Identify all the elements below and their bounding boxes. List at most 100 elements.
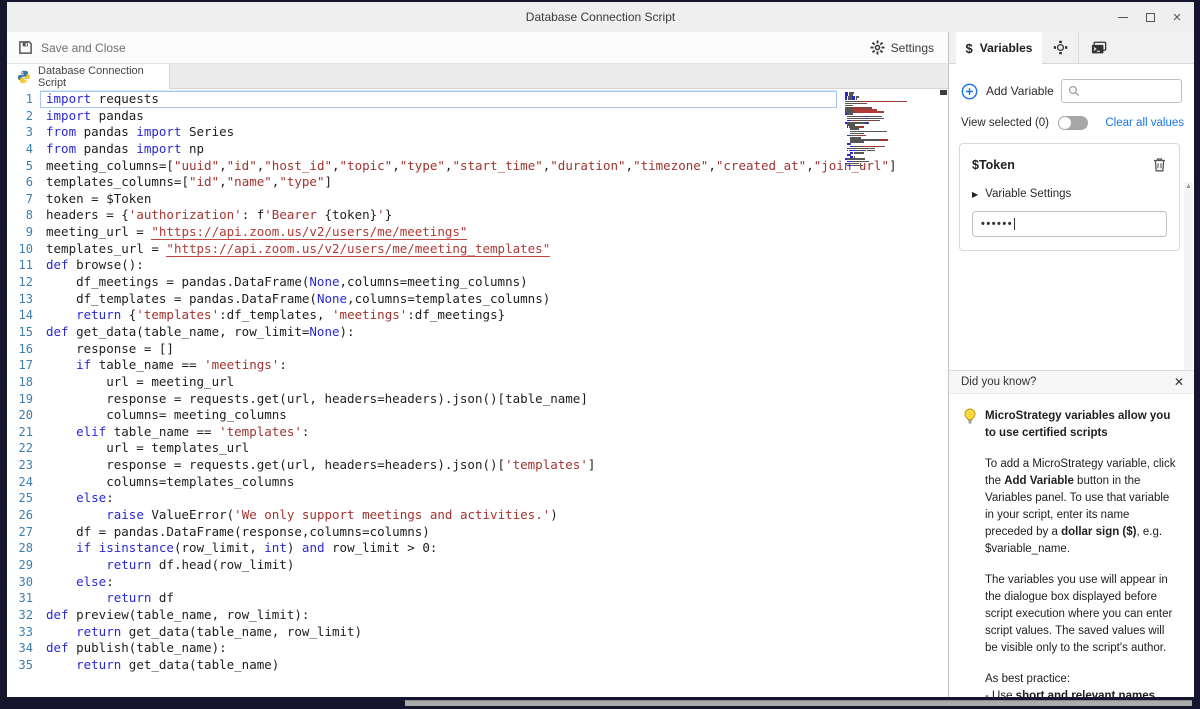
minimap[interactable] <box>845 92 907 192</box>
code-line[interactable]: 3 from pandas import Series <box>7 124 938 141</box>
app-window: { "window": { "title": "Database Connect… <box>0 0 1200 709</box>
line-number: 33 <box>18 624 33 639</box>
tip-header: MicroStrategy variables allow you to use… <box>963 408 1180 442</box>
variable-settings-expander[interactable]: ▶ Variable Settings <box>972 188 1167 200</box>
code-line[interactable]: 33 return get_data(table_name, row_limit… <box>7 624 938 641</box>
tab-variables[interactable]: $ Variables <box>956 32 1042 64</box>
code-line[interactable]: 18 url = meeting_url <box>7 374 938 391</box>
line-number: 9 <box>25 225 33 240</box>
window-bottom-border <box>0 697 1200 709</box>
code-line[interactable]: 32 def preview(table_name, row_limit): <box>7 607 938 624</box>
line-number: 31 <box>18 591 33 606</box>
maximize-icon <box>1145 12 1155 22</box>
tab-console[interactable] <box>1080 32 1117 63</box>
close-button[interactable]: × <box>1168 8 1186 26</box>
scroll-up-icon[interactable]: ▲ <box>1184 182 1193 192</box>
line-number: 20 <box>18 408 33 423</box>
line-number: 7 <box>25 191 33 206</box>
line-number: 25 <box>18 491 33 506</box>
code-line[interactable]: 16 response = [] <box>7 341 938 358</box>
code-line[interactable]: 22 url = templates_url <box>7 440 938 457</box>
code-line[interactable]: 24 columns=templates_columns <box>7 474 938 491</box>
line-number: 4 <box>25 141 33 156</box>
code-line[interactable]: 25 else: <box>7 490 938 507</box>
title-bar[interactable]: Database Connection Script × <box>7 2 1194 32</box>
line-number: 2 <box>25 108 33 123</box>
code-line[interactable]: 7 token = $Token <box>7 191 938 208</box>
clear-all-values-link[interactable]: Clear all values <box>1105 117 1184 129</box>
editor-vertical-scrollbar[interactable] <box>940 90 947 694</box>
save-and-close-button[interactable]: Save and Close <box>18 40 126 55</box>
view-selected-label: View selected (0) <box>961 117 1049 129</box>
code-line[interactable]: 29 return df.head(row_limit) <box>7 557 938 574</box>
code-line[interactable]: 17 if table_name == 'meetings': <box>7 357 938 374</box>
view-selected-toggle[interactable] <box>1058 116 1088 130</box>
code-line[interactable]: 6 templates_columns=["id","name","type"] <box>7 174 938 191</box>
search-input[interactable] <box>1080 85 1181 97</box>
did-you-know-title: Did you know? <box>961 376 1037 388</box>
dollar-icon: $ <box>965 40 973 56</box>
code-line[interactable]: 1 import requests <box>7 91 938 108</box>
code-line[interactable]: 11 def browse(): <box>7 257 938 274</box>
code-line[interactable]: 8 headers = {'authorization': f'Bearer {t… <box>7 207 938 224</box>
code-line[interactable]: 19 response = requests.get(url, headers=… <box>7 391 938 408</box>
code-line[interactable]: 21 elif table_name == 'templates': <box>7 424 938 441</box>
code-line[interactable]: 27 df = pandas.DataFrame(response,column… <box>7 524 938 541</box>
tab-database-connection-script[interactable]: Database Connection Script <box>7 64 170 89</box>
line-number: 24 <box>18 474 33 489</box>
maximize-button[interactable] <box>1141 8 1159 26</box>
gear-icon <box>870 40 885 55</box>
horizontal-scrollbar[interactable] <box>405 700 1192 706</box>
chevron-right-icon: ▶ <box>972 189 979 199</box>
trash-icon <box>1152 157 1167 173</box>
code-line[interactable]: 13 df_templates = pandas.DataFrame(None,… <box>7 291 938 308</box>
code-line[interactable]: 26 raise ValueError('We only support mee… <box>7 507 938 524</box>
code-editor[interactable]: 1 import requests 2 import pandas 3 from pand… <box>7 89 948 697</box>
console-icon <box>1091 41 1107 55</box>
variable-search-box[interactable] <box>1061 79 1182 103</box>
code-line[interactable]: 15 def get_data(table_name, row_limit=Non… <box>7 324 938 341</box>
view-selected-row: View selected (0) Clear all values <box>961 116 1184 130</box>
tab-packages[interactable] <box>1042 32 1079 63</box>
line-number: 35 <box>18 657 33 672</box>
line-number: 11 <box>18 258 33 273</box>
line-number: 10 <box>18 241 33 256</box>
code-line[interactable]: 23 response = requests.get(url, headers=… <box>7 457 938 474</box>
tip-paragraph-1: To add a MicroStrategy variable, click t… <box>985 458 1176 555</box>
code-line[interactable]: 2 import pandas <box>7 108 938 125</box>
panel-scrollbar[interactable]: ▲ <box>1184 182 1193 374</box>
code-line[interactable]: 14 return {'templates':df_templates, 'me… <box>7 307 938 324</box>
code-line[interactable]: 34 def publish(table_name): <box>7 640 938 657</box>
code-line[interactable]: 31 return df <box>7 590 938 607</box>
close-icon: × <box>1172 8 1182 26</box>
code-line[interactable]: 9 meeting_url = "https://api.zoom.us/v2/u… <box>7 224 938 241</box>
save-icon <box>18 40 33 55</box>
line-number: 14 <box>18 308 33 323</box>
line-number: 34 <box>18 641 33 656</box>
settings-button[interactable]: Settings <box>870 40 934 55</box>
code-line[interactable]: 20 columns= meeting_columns <box>7 407 938 424</box>
variable-card-token: $Token ▶ Variable Settings •••••• <box>959 143 1180 251</box>
code-line[interactable]: 28 if isinstance(row_limit, int) and row… <box>7 540 938 557</box>
variable-value-input[interactable]: •••••• <box>972 211 1167 237</box>
code-line[interactable]: 35 return get_data(table_name) <box>7 657 938 674</box>
editor-tab-strip: Database Connection Script <box>7 64 948 89</box>
minimize-button[interactable] <box>1114 8 1132 26</box>
add-variable-row: Add Variable <box>961 79 1182 103</box>
window-title: Database Connection Script <box>525 10 676 24</box>
delete-variable-button[interactable] <box>1152 157 1167 173</box>
scrollbar-thumb[interactable] <box>940 90 947 95</box>
code-line[interactable]: 30 else: <box>7 574 938 591</box>
text-cursor <box>1014 218 1016 230</box>
line-number: 29 <box>18 557 33 572</box>
add-variable-button[interactable]: Add Variable <box>961 83 1054 100</box>
code-line[interactable]: 12 df_meetings = pandas.DataFrame(None,c… <box>7 274 938 291</box>
code-line[interactable]: 4 from pandas import np <box>7 141 938 158</box>
add-variable-label: Add Variable <box>986 84 1054 98</box>
masked-value: •••••• <box>981 218 1014 230</box>
did-you-know-close-button[interactable]: ✕ <box>1174 375 1184 389</box>
variable-settings-label: Variable Settings <box>985 188 1072 200</box>
code-line[interactable]: 5 meeting_columns=["uuid","id","host_id",… <box>7 158 938 175</box>
line-number: 15 <box>18 324 33 339</box>
code-line[interactable]: 10 templates_url = "https://api.zoom.us/v… <box>7 240 938 258</box>
